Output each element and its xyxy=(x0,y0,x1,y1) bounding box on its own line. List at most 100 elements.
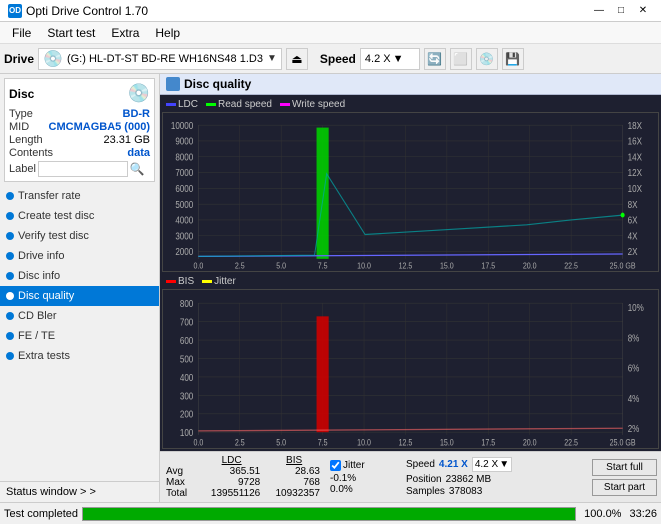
svg-text:22.5: 22.5 xyxy=(564,261,578,271)
nav-dot xyxy=(6,192,14,200)
total-ldc: 139551126 xyxy=(199,488,264,499)
nav-label: Create test disc xyxy=(18,210,94,222)
menu-file[interactable]: File xyxy=(4,23,39,43)
svg-text:5.0: 5.0 xyxy=(276,438,286,448)
legend-bis: BIS xyxy=(166,276,194,287)
stats-ldc-header: LDC xyxy=(199,455,264,466)
nav-create-test-disc[interactable]: Create test disc xyxy=(0,206,159,226)
close-button[interactable]: ✕ xyxy=(633,3,653,19)
nav-disc-info[interactable]: Disc info xyxy=(0,266,159,286)
elapsed-time: 33:26 xyxy=(629,508,657,520)
disc-quality-icon xyxy=(166,77,180,91)
nav-drive-info[interactable]: Drive info xyxy=(0,246,159,266)
avg-label: Avg xyxy=(164,466,199,477)
start-part-button[interactable]: Start part xyxy=(592,479,657,496)
svg-text:2000: 2000 xyxy=(175,246,193,257)
start-full-button[interactable]: Start full xyxy=(592,459,657,476)
disc-erase-button[interactable]: ⬜ xyxy=(450,48,472,70)
speed-stat-value: 4.21 X xyxy=(439,459,468,470)
svg-text:6%: 6% xyxy=(628,363,640,374)
legend-ldc: LDC xyxy=(166,99,198,110)
speed-select-arrow: ▼ xyxy=(499,459,509,470)
legend-jitter: Jitter xyxy=(202,276,236,287)
svg-text:3000: 3000 xyxy=(175,231,193,242)
disc-panel-header: Disc 💿 xyxy=(9,83,150,104)
jitter-label-chart: Jitter xyxy=(214,276,236,287)
stats-empty xyxy=(164,455,199,466)
svg-text:0.0: 0.0 xyxy=(193,261,203,271)
eject-button[interactable]: ⏏ xyxy=(286,48,308,70)
bis-label: BIS xyxy=(178,276,194,287)
bottom-status-bar: Test completed 100.0% 33:26 xyxy=(0,502,661,524)
disc-write-button[interactable]: 💿 xyxy=(476,48,498,70)
disc-label-row: Label 🔍 xyxy=(9,161,150,177)
nav-transfer-rate[interactable]: Transfer rate xyxy=(0,186,159,206)
menu-bar: File Start test Extra Help xyxy=(0,22,661,44)
drive-selector[interactable]: 💿 (G:) HL-DT-ST BD-RE WH16NS48 1.D3 ▼ xyxy=(38,48,282,70)
disc-type-label: Type xyxy=(9,108,33,120)
nav-extra-tests[interactable]: Extra tests xyxy=(0,346,159,366)
maximize-button[interactable]: □ xyxy=(611,3,631,19)
menu-help[interactable]: Help xyxy=(147,23,188,43)
speed-value: 4.2 X xyxy=(365,53,391,65)
svg-text:20.0: 20.0 xyxy=(523,438,537,448)
nav-dot xyxy=(6,332,14,340)
svg-text:12.5: 12.5 xyxy=(399,261,413,271)
progress-bar xyxy=(82,507,576,521)
nav-disc-quality[interactable]: Disc quality xyxy=(0,286,159,306)
status-window-link[interactable]: Status window > > xyxy=(0,481,159,502)
disc-panel: Disc 💿 Type BD-R MID CMCMAGBA5 (000) Len… xyxy=(4,78,155,182)
nav-dot xyxy=(6,212,14,220)
title-bar-left: OD Opti Drive Control 1.70 xyxy=(8,4,148,18)
svg-text:7000: 7000 xyxy=(175,167,193,178)
nav-dot xyxy=(6,312,14,320)
nav-cd-bler[interactable]: CD Bler xyxy=(0,306,159,326)
svg-text:300: 300 xyxy=(180,390,193,401)
disc-label-icon[interactable]: 🔍 xyxy=(130,162,145,176)
jitter-section: Jitter -0.1% 0.0% xyxy=(330,460,400,495)
max-ldc: 9728 xyxy=(199,477,264,488)
nav-label: FE / TE xyxy=(18,330,55,342)
max-jitter: 0.0% xyxy=(330,484,400,495)
svg-text:15.0: 15.0 xyxy=(440,438,454,448)
menu-start-test[interactable]: Start test xyxy=(39,23,103,43)
nav-label: CD Bler xyxy=(18,310,57,322)
speed-dropdown[interactable]: 4.2 X ▼ xyxy=(472,457,512,472)
nav-verify-test-disc[interactable]: Verify test disc xyxy=(0,226,159,246)
charts-area: LDC Read speed Write speed xyxy=(160,95,661,451)
minimize-button[interactable]: — xyxy=(589,3,609,19)
bottom-chart: 800 700 600 500 400 300 200 100 10% 8% 6… xyxy=(162,289,659,449)
svg-text:9000: 9000 xyxy=(175,136,193,147)
top-chart-svg: 10000 9000 8000 7000 6000 5000 4000 3000… xyxy=(163,113,658,271)
svg-text:10X: 10X xyxy=(628,183,642,194)
svg-text:8%: 8% xyxy=(628,332,640,343)
svg-text:12.5: 12.5 xyxy=(399,438,413,448)
nav-fe-te[interactable]: FE / TE xyxy=(0,326,159,346)
nav-label: Verify test disc xyxy=(18,230,89,242)
status-window-label: Status window > > xyxy=(6,486,96,498)
avg-jitter: -0.1% xyxy=(330,473,400,484)
svg-text:800: 800 xyxy=(180,298,193,309)
nav-label: Disc quality xyxy=(18,290,74,302)
nav-dot xyxy=(6,352,14,360)
disc-label-input[interactable] xyxy=(38,161,128,177)
svg-text:6000: 6000 xyxy=(175,183,193,194)
menu-extra[interactable]: Extra xyxy=(103,23,147,43)
nav-label: Extra tests xyxy=(18,350,70,362)
jitter-checkbox[interactable] xyxy=(330,460,341,471)
title-bar: OD Opti Drive Control 1.70 — □ ✕ xyxy=(0,0,661,22)
disc-contents-value: data xyxy=(127,147,150,159)
svg-text:12X: 12X xyxy=(628,167,642,178)
svg-text:600: 600 xyxy=(180,335,193,346)
read-speed-color xyxy=(206,103,216,106)
disc-icon: 💿 xyxy=(128,83,150,104)
refresh-button[interactable]: 🔄 xyxy=(424,48,446,70)
svg-text:10.0: 10.0 xyxy=(357,261,371,271)
svg-text:500: 500 xyxy=(180,353,193,364)
title-bar-controls: — □ ✕ xyxy=(589,3,653,19)
speed-selector[interactable]: 4.2 X ▼ xyxy=(360,48,420,70)
save-button[interactable]: 💾 xyxy=(502,48,524,70)
total-bis: 10932357 xyxy=(264,488,324,499)
disc-quality-title: Disc quality xyxy=(184,77,251,91)
disc-quality-header: Disc quality xyxy=(160,74,661,95)
